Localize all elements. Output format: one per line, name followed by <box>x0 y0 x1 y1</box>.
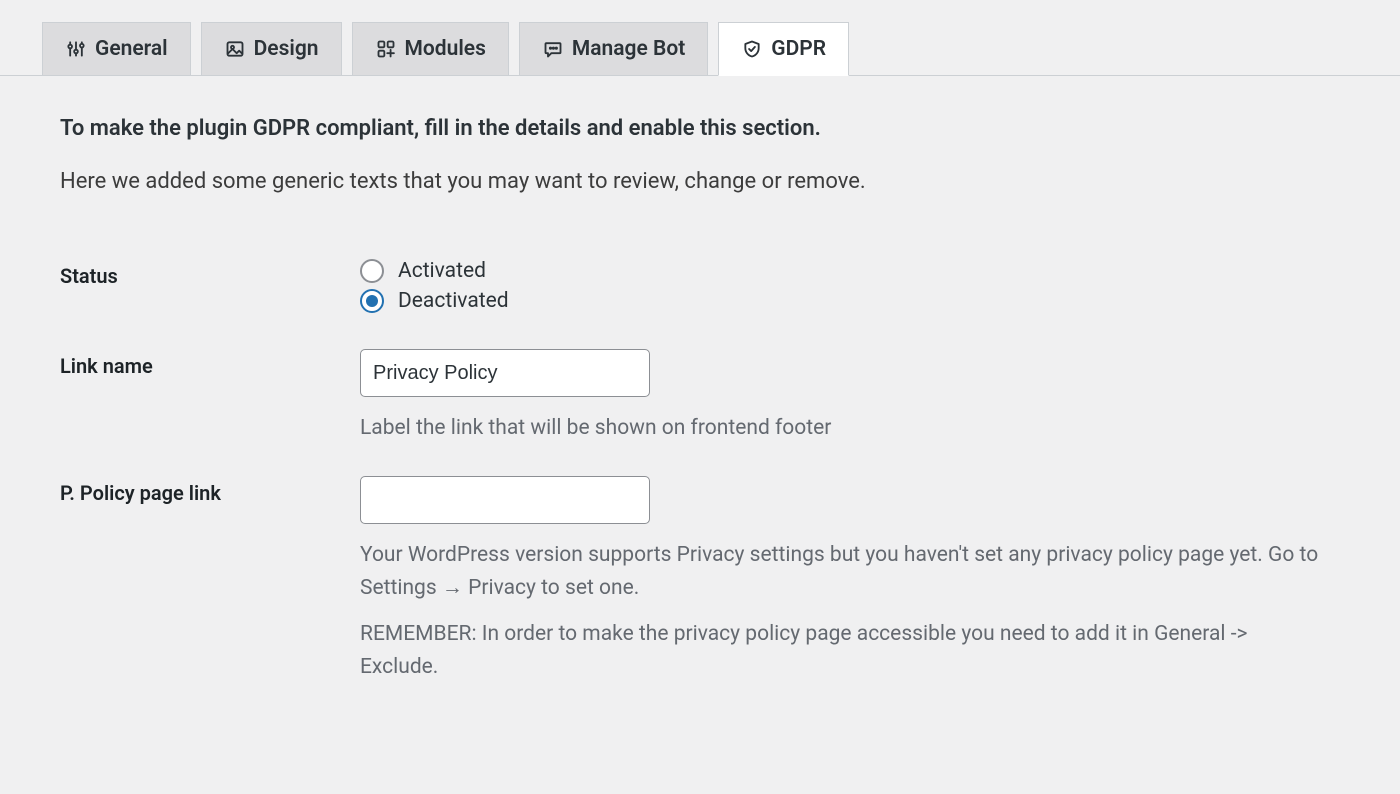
status-label: Status <box>60 244 350 334</box>
radio-label: Activated <box>398 259 486 283</box>
tab-label: Design <box>254 37 319 61</box>
tab-label: Modules <box>405 37 486 61</box>
tab-label: General <box>95 37 168 61</box>
tab-manage-bot[interactable]: Manage Bot <box>519 22 708 75</box>
settings-table: Status Activated Deactivated Link name L… <box>60 244 1340 700</box>
sliders-icon <box>65 38 87 60</box>
tab-label: GDPR <box>771 37 826 61</box>
policy-link-description-1: Your WordPress version supports Privacy … <box>360 539 1330 606</box>
radio-deactivated[interactable]: Deactivated <box>360 289 1330 313</box>
link-name-input[interactable] <box>360 349 650 397</box>
radio-label: Deactivated <box>398 289 509 313</box>
link-name-label: Link name <box>60 334 350 461</box>
tab-design[interactable]: Design <box>201 22 342 75</box>
policy-link-label: P. Policy page link <box>60 461 350 700</box>
chat-icon <box>542 38 564 60</box>
tab-modules[interactable]: Modules <box>352 22 509 75</box>
tab-content: To make the plugin GDPR compliant, fill … <box>0 76 1400 730</box>
radio-icon <box>360 289 384 313</box>
radio-icon <box>360 259 384 283</box>
intro-subtext: Here we added some generic texts that yo… <box>60 169 1340 194</box>
grid-plus-icon <box>375 38 397 60</box>
link-name-description: Label the link that will be shown on fro… <box>360 412 1330 446</box>
shield-check-icon <box>741 38 763 60</box>
radio-activated[interactable]: Activated <box>360 259 1330 283</box>
tab-general[interactable]: General <box>42 22 191 75</box>
intro-heading: To make the plugin GDPR compliant, fill … <box>60 116 1340 141</box>
image-icon <box>224 38 246 60</box>
policy-link-description-2: REMEMBER: In order to make the privacy p… <box>360 618 1330 685</box>
tab-gdpr[interactable]: GDPR <box>718 22 849 76</box>
policy-link-input[interactable] <box>360 476 650 524</box>
tabs-bar: General Design Modules <box>0 0 1400 76</box>
tab-label: Manage Bot <box>572 37 685 61</box>
